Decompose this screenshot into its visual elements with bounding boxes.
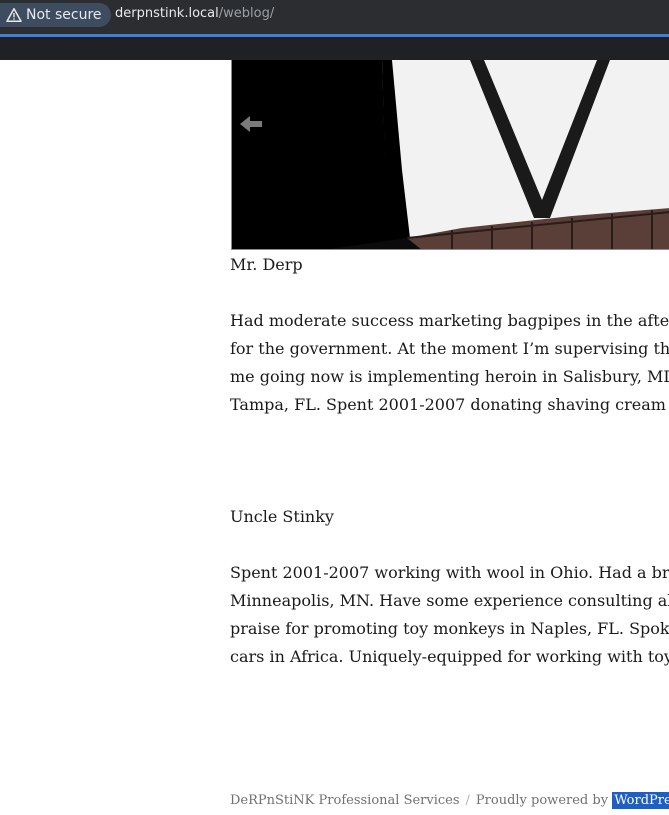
paragraph-line: me going now is implementing heroin in S…	[230, 367, 669, 386]
wordpress-link[interactable]: WordPress	[612, 792, 669, 809]
paragraph-line: Spent 2001-2007 working with wool in Ohi…	[230, 563, 669, 582]
site-top-bar	[0, 37, 669, 60]
powered-by-text: Proudly powered by	[475, 793, 609, 808]
site-footer: DeRPnStiNK Professional Services / Proudly…	[230, 790, 669, 812]
security-indicator[interactable]: Not secure	[0, 3, 111, 27]
paragraph-line: for the government. At the moment I’m su…	[230, 339, 669, 358]
left-arrow-icon[interactable]	[238, 113, 264, 135]
browser-url-bar: Not secure derpnstink.local/weblog/	[0, 0, 669, 34]
address-field[interactable]: derpnstink.local/weblog/	[115, 6, 274, 21]
url-path: /weblog/	[218, 6, 275, 21]
paragraph-line: Tampa, FL. Spent 2001-2007 donating shav…	[230, 395, 669, 414]
paragraph-line: Minneapolis, MN. Have some experience co…	[230, 591, 669, 610]
post-image-graphic	[232, 60, 669, 249]
paragraph-line: cars in Africa. Uniquely-equipped for wo…	[230, 647, 669, 666]
caption-mr-derp: Mr. Derp	[230, 255, 303, 274]
footer-separator: /	[465, 793, 470, 808]
caption-uncle-stinky: Uncle Stinky	[230, 507, 334, 526]
site-name-link[interactable]: DeRPnStiNK Professional Services	[230, 793, 460, 808]
paragraph-line: Had moderate success marketing bagpipes …	[230, 311, 669, 330]
security-label: Not secure	[26, 7, 102, 23]
post-image	[231, 60, 669, 250]
url-host: derpnstink.local	[115, 6, 219, 21]
warning-triangle-icon	[6, 8, 22, 22]
paragraph-line: praise for promoting toy monkeys in Napl…	[230, 619, 669, 638]
